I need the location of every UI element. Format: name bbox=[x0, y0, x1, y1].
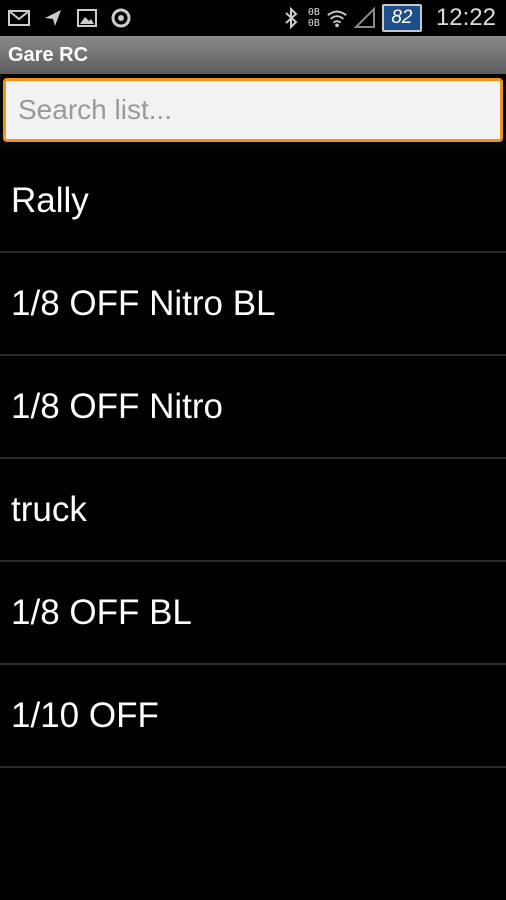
signal-icon bbox=[353, 7, 376, 29]
data-traffic-indicator: 0B 0B bbox=[308, 7, 320, 29]
refresh-icon bbox=[110, 7, 132, 29]
wifi-icon bbox=[326, 7, 348, 29]
battery-indicator: 82 bbox=[381, 4, 422, 32]
list-item[interactable]: 1/10 OFF bbox=[0, 665, 506, 768]
status-bar: 0B 0B 82 12:22 bbox=[0, 0, 506, 36]
bluetooth-icon bbox=[280, 7, 302, 29]
mail-icon bbox=[8, 7, 30, 29]
system-icons: 0B 0B 82 12:22 bbox=[280, 4, 506, 32]
category-list: Rally 1/8 OFF Nitro BL 1/8 OFF Nitro tru… bbox=[0, 150, 506, 768]
data-up-label: 0B bbox=[307, 7, 320, 18]
image-icon bbox=[76, 7, 98, 29]
search-input[interactable] bbox=[3, 78, 503, 142]
search-container bbox=[0, 74, 506, 150]
list-item[interactable]: Rally bbox=[0, 150, 506, 253]
app-title-bar: Gare RC bbox=[0, 36, 506, 74]
list-item[interactable]: 1/8 OFF Nitro bbox=[0, 356, 506, 459]
send-icon bbox=[42, 7, 64, 29]
app-title: Gare RC bbox=[8, 43, 89, 66]
notification-icons bbox=[0, 7, 132, 29]
clock: 12:22 bbox=[435, 4, 496, 31]
data-down-label: 0B bbox=[307, 18, 320, 29]
list-item[interactable]: 1/8 OFF BL bbox=[0, 562, 506, 665]
list-item[interactable]: 1/8 OFF Nitro BL bbox=[0, 253, 506, 356]
list-item[interactable]: truck bbox=[0, 459, 506, 562]
